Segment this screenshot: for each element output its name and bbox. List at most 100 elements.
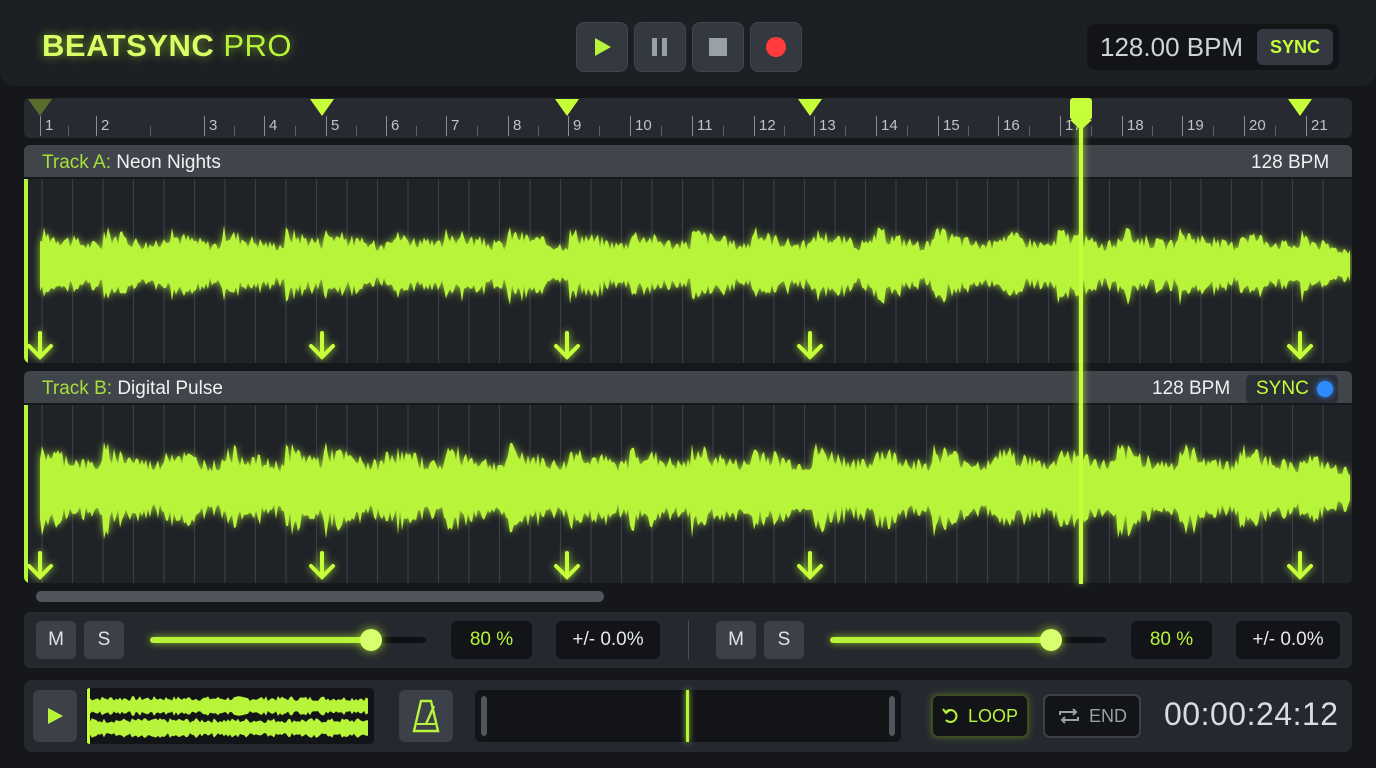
track-a-waveform[interactable]	[24, 179, 1352, 363]
track-b-bpm: 128 BPM	[1152, 378, 1231, 399]
ruler-subtick	[234, 126, 235, 136]
cue-marker[interactable]	[1287, 98, 1313, 118]
track-a-header: Track A: Neon Nights 128 BPM	[24, 145, 1352, 179]
ruler-tick	[40, 116, 41, 136]
cue-marker[interactable]	[27, 98, 53, 118]
ruler-subtick	[599, 126, 600, 136]
deck-b-volume-fill	[830, 637, 1051, 643]
ruler-tick	[1060, 116, 1061, 136]
play-button[interactable]	[576, 22, 628, 72]
beat-arrow-icon[interactable]	[797, 551, 823, 580]
playhead[interactable]	[1064, 96, 1098, 588]
ruler-bar-label: 3	[209, 117, 218, 134]
beat-arrow-icon[interactable]	[797, 331, 823, 360]
ruler-tick	[814, 116, 815, 136]
deck-b-volume-slider[interactable]	[830, 629, 1106, 651]
deck-a-volume-fill	[150, 637, 371, 643]
deck-b-solo-button[interactable]: S	[764, 621, 804, 659]
scrubber-position-marker	[686, 690, 689, 742]
deck-a-pitch-value[interactable]: +/- 0.0%	[556, 621, 660, 659]
deck-a-volume-slider[interactable]	[150, 629, 426, 651]
loop-icon	[942, 708, 958, 723]
cue-marker[interactable]	[554, 98, 580, 118]
track-b-waveform[interactable]	[24, 405, 1352, 583]
waveform-shape	[40, 225, 1350, 306]
track-b: Track B: Digital Pulse 128 BPM SYNC	[24, 371, 1352, 583]
ruler-subtick	[1152, 126, 1153, 136]
ruler-tick	[1182, 116, 1183, 136]
master-sync-button[interactable]: SYNC	[1257, 29, 1333, 65]
stop-icon	[709, 38, 727, 56]
cue-marker[interactable]	[309, 98, 335, 118]
scrubber-left-handle[interactable]	[481, 696, 487, 736]
ruler-subtick	[1213, 126, 1214, 136]
end-label: END	[1088, 705, 1127, 726]
ruler-tick	[1306, 116, 1307, 136]
beat-arrow-icon[interactable]	[309, 331, 335, 360]
master-bpm: 128.00 BPM	[1100, 32, 1244, 62]
ruler-subtick	[68, 126, 69, 136]
record-button[interactable]	[750, 22, 802, 72]
scrubber-right-handle[interactable]	[889, 696, 895, 736]
metronome-button[interactable]	[399, 690, 453, 742]
ruler-bar-label: 19	[1187, 117, 1204, 134]
stop-button[interactable]	[692, 22, 744, 72]
ruler-tick	[326, 116, 327, 136]
loop-button[interactable]: LOOP	[931, 694, 1029, 738]
deck-a-solo-button[interactable]: S	[84, 621, 124, 659]
ruler-subtick	[1275, 126, 1276, 136]
deck-a-volume-value: 80 %	[451, 621, 532, 659]
ruler-tick	[96, 116, 97, 136]
ruler-tick	[204, 116, 205, 136]
deck-a-volume-knob[interactable]	[359, 629, 382, 651]
cue-marker[interactable]	[797, 98, 823, 118]
ruler-bar-label: 14	[881, 117, 898, 134]
ruler-bar-label: 5	[331, 117, 340, 134]
ruler-tick	[1244, 116, 1245, 136]
deck-a-mute-button[interactable]: M	[36, 621, 76, 659]
ruler-tick	[386, 116, 387, 136]
pause-button[interactable]	[634, 22, 686, 72]
ruler-bar-label: 15	[943, 117, 960, 134]
ruler-tick	[938, 116, 939, 136]
deck-b-pitch-value[interactable]: +/- 0.0%	[1236, 621, 1340, 659]
ruler-bar-label: 1	[45, 117, 54, 134]
timeline-ruler[interactable]: 1 2 3 4 5 6 7 8 9 10 11 12 13 14 15 16 17 18 19 20 21	[24, 98, 1352, 138]
track-b-sync-button[interactable]: SYNC	[1246, 375, 1338, 403]
deck-b-volume-knob[interactable]	[1039, 629, 1062, 651]
beat-arrow-icon[interactable]	[554, 331, 580, 360]
ruler-bar-label: 20	[1249, 117, 1266, 134]
record-icon	[766, 37, 786, 57]
ruler-bar-label: 6	[391, 117, 400, 134]
ruler-tick	[998, 116, 999, 136]
ruler-tick	[754, 116, 755, 136]
ruler-subtick	[416, 126, 417, 136]
overview-playhead	[87, 688, 90, 744]
ruler-tick	[692, 116, 693, 136]
ruler-subtick	[968, 126, 969, 136]
ruler-bar-label: 11	[697, 117, 713, 134]
horizontal-scrollbar[interactable]	[36, 591, 604, 602]
beat-arrow-icon[interactable]	[554, 551, 580, 580]
mixer-divider	[688, 620, 689, 660]
ruler-bar-label: 13	[819, 117, 836, 134]
repeat-icon	[1058, 708, 1079, 724]
track-b-header: Track B: Digital Pulse 128 BPM SYNC	[24, 371, 1352, 405]
ruler-bar-label: 18	[1127, 117, 1144, 134]
track-b-name: Digital Pulse	[117, 378, 223, 399]
beat-arrow-icon[interactable]	[309, 551, 335, 580]
beat-arrow-icon[interactable]	[27, 551, 53, 580]
deck-b-mute-button[interactable]: M	[716, 621, 756, 659]
end-button[interactable]: END	[1043, 694, 1141, 738]
ruler-bar-label: 9	[573, 117, 582, 134]
overview-waveform[interactable]	[86, 688, 374, 744]
metronome-icon	[412, 699, 440, 733]
ruler-bar-label: 16	[1003, 117, 1020, 134]
track-b-title: Track B: Digital Pulse	[42, 378, 223, 400]
position-scrubber[interactable]	[475, 690, 901, 742]
app-title: BEATSYNC PRO	[42, 28, 292, 64]
overview-wave-shape	[88, 718, 368, 738]
ruler-subtick	[150, 126, 151, 136]
beat-arrow-icon[interactable]	[27, 331, 53, 360]
preview-play-button[interactable]	[33, 690, 77, 742]
